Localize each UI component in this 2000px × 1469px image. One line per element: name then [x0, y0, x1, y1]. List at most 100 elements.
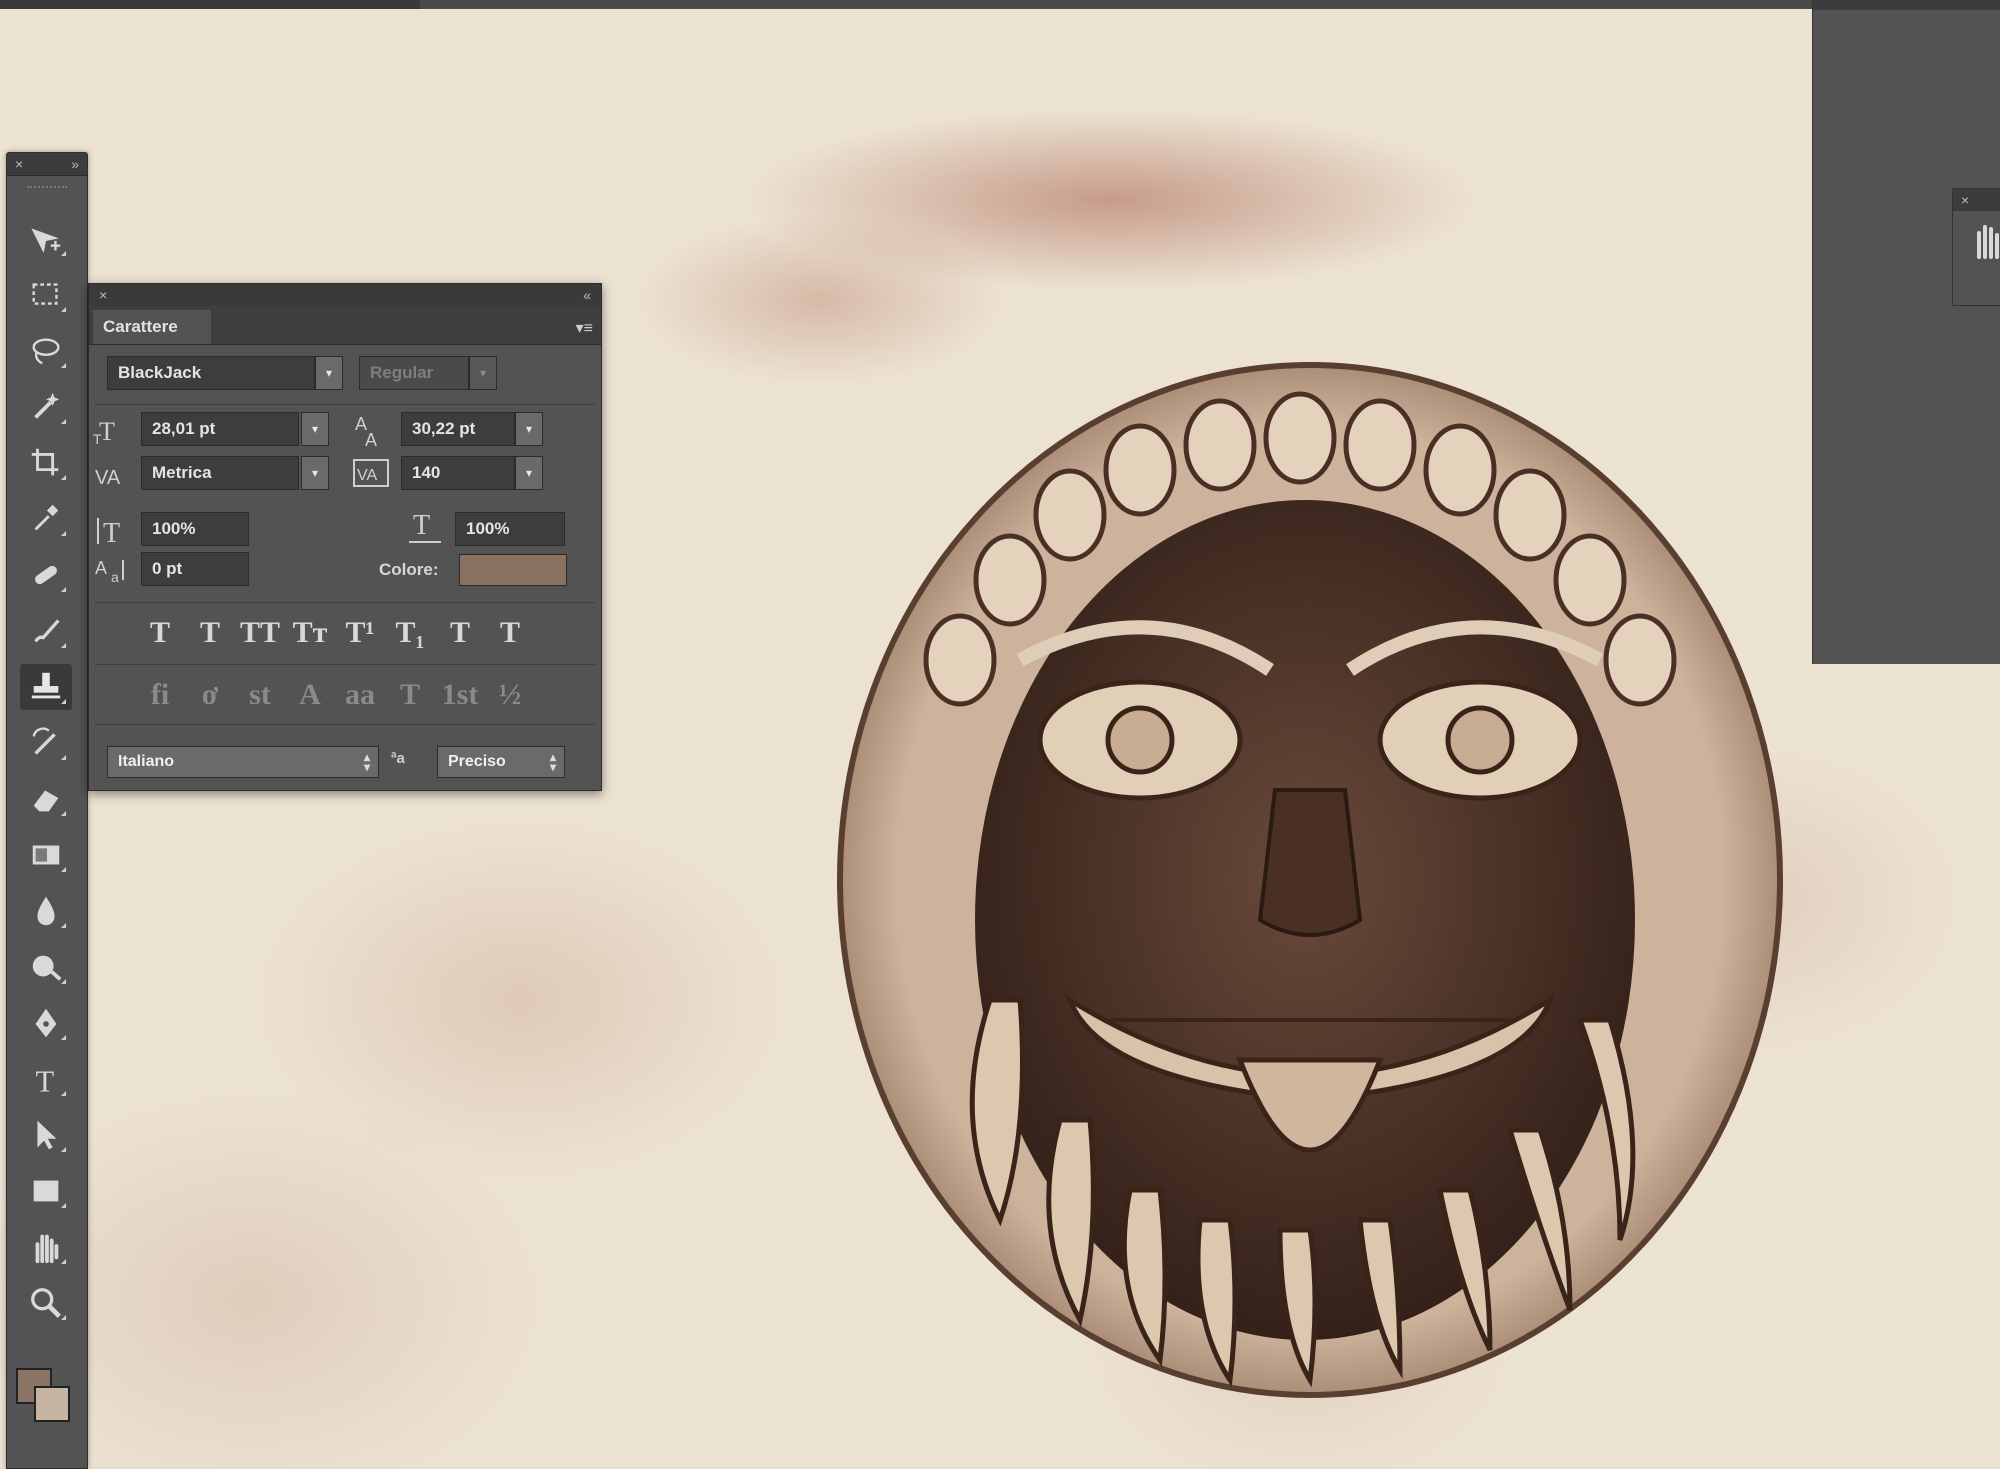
collapse-icon[interactable]: «	[583, 287, 591, 303]
crop-tool-button[interactable]	[20, 440, 72, 486]
opentype-button-3[interactable]: A	[287, 672, 333, 718]
rectangle-tool-button[interactable]	[20, 1168, 72, 1214]
horizontal-scale-field[interactable]: 100%	[455, 512, 565, 546]
close-icon[interactable]: ×	[1953, 189, 2000, 211]
rectangle-tool-icon	[33, 1180, 59, 1202]
text-color-swatch[interactable]	[459, 554, 567, 586]
type-tool-icon: T	[36, 1064, 55, 1097]
font-family-field[interactable]: BlackJack	[107, 356, 315, 390]
tool-flyout-indicator	[61, 867, 66, 872]
close-icon[interactable]: ×	[99, 287, 107, 303]
panel-grip[interactable]	[27, 186, 67, 192]
opentype-button-4[interactable]: aa	[337, 672, 383, 718]
tracking-dropdown[interactable]: ▾	[515, 456, 543, 490]
font-style-field[interactable]: Regular	[359, 356, 469, 390]
font-size-field[interactable]: 28,01 pt	[141, 412, 299, 446]
color-label: Colore:	[379, 560, 439, 579]
font-size-icon: TT	[93, 410, 133, 450]
blur-tool-icon	[37, 896, 55, 926]
style-button-6[interactable]: T	[437, 610, 483, 656]
opentype-button-6[interactable]: 1st	[437, 672, 483, 718]
collapse-icon[interactable]: »	[71, 156, 79, 172]
anti-aliasing-select[interactable]: Preciso ▴ ▾	[437, 746, 565, 778]
kerning-field[interactable]: Metrica	[141, 456, 299, 490]
move-tool-button[interactable]	[20, 216, 72, 262]
clone-stamp-tool-button[interactable]	[20, 664, 72, 710]
tool-flyout-indicator	[61, 643, 66, 648]
opentype-button-0[interactable]: fi	[137, 672, 183, 718]
character-panel: × « Carattere ▾≡ BlackJack ▾ Regular ▾ T…	[88, 283, 602, 791]
panel-menu-icon[interactable]: ▾≡	[576, 318, 593, 338]
svg-text:T: T	[103, 518, 120, 549]
tracking-field[interactable]: 140	[401, 456, 515, 490]
pen-tool-icon	[35, 1008, 57, 1038]
tool-flyout-indicator	[61, 363, 66, 368]
panel-divider	[95, 664, 595, 665]
tool-flyout-indicator	[61, 307, 66, 312]
right-mini-panel: ×	[1952, 188, 2000, 306]
font-style-dropdown[interactable]: ▾	[469, 356, 497, 390]
tool-flyout-indicator	[61, 1035, 66, 1040]
tools-panel-header: × »	[7, 153, 87, 176]
select-arrows-icon: ▴ ▾	[363, 750, 370, 774]
tab-character[interactable]: Carattere	[93, 310, 211, 344]
baseline-shift-field[interactable]: 0 pt	[141, 552, 249, 586]
tool-flyout-indicator	[61, 699, 66, 704]
crop-tool-icon	[31, 448, 59, 476]
zoom-tool-icon	[31, 1288, 61, 1318]
kerning-icon: VA	[93, 454, 133, 494]
eyedropper-tool-button[interactable]	[20, 496, 72, 542]
horizontal-scale-icon: T	[405, 506, 445, 546]
language-select[interactable]: Italiano ▴ ▾	[107, 746, 379, 778]
move-tool-icon	[31, 228, 61, 254]
tool-flyout-indicator	[61, 531, 66, 536]
dodge-tool-button[interactable]	[20, 944, 72, 990]
marquee-tool-button[interactable]	[20, 272, 72, 318]
hand-icon[interactable]	[1973, 219, 2000, 259]
path-selection-tool-button[interactable]	[20, 1112, 72, 1158]
kerning-dropdown[interactable]: ▾	[301, 456, 329, 490]
opentype-button-2[interactable]: st	[237, 672, 283, 718]
zoom-tool-button[interactable]	[20, 1280, 72, 1326]
style-button-1[interactable]: T	[187, 610, 233, 656]
svg-text:T: T	[93, 431, 102, 447]
svg-text:T: T	[36, 1064, 55, 1097]
font-size-dropdown[interactable]: ▾	[301, 412, 329, 446]
svg-text:VA: VA	[357, 467, 377, 484]
vertical-scale-field[interactable]: 100%	[141, 512, 249, 546]
leading-field[interactable]: 30,22 pt	[401, 412, 515, 446]
tool-flyout-indicator	[61, 1315, 66, 1320]
close-icon[interactable]: ×	[15, 156, 23, 172]
pen-tool-button[interactable]	[20, 1000, 72, 1046]
hand-tool-button[interactable]	[20, 1224, 72, 1270]
style-button-3[interactable]: Tт	[287, 610, 333, 656]
leading-dropdown[interactable]: ▾	[515, 412, 543, 446]
gradient-tool-button[interactable]	[20, 832, 72, 878]
lasso-tool-button[interactable]	[20, 328, 72, 374]
history-brush-tool-icon	[32, 727, 56, 755]
eraser-tool-icon	[33, 790, 59, 812]
magic-wand-tool-button[interactable]	[20, 384, 72, 430]
background-color-swatch[interactable]	[34, 1386, 70, 1422]
style-button-0[interactable]: T	[137, 610, 183, 656]
history-brush-tool-button[interactable]	[20, 720, 72, 766]
style-button-5[interactable]: T₁	[387, 610, 433, 656]
healing-brush-tool-button[interactable]	[20, 552, 72, 598]
eraser-tool-button[interactable]	[20, 776, 72, 822]
blur-tool-button[interactable]	[20, 888, 72, 934]
svg-text:VA: VA	[95, 467, 121, 489]
brush-tool-button[interactable]	[20, 608, 72, 654]
vertical-scale-icon: T	[93, 510, 133, 550]
opentype-button-1[interactable]: ơ	[187, 672, 233, 718]
style-button-2[interactable]: TT	[237, 610, 283, 656]
panel-divider	[95, 602, 595, 603]
opentype-button-5[interactable]: T	[387, 672, 433, 718]
style-button-4[interactable]: T¹	[337, 610, 383, 656]
font-family-dropdown[interactable]: ▾	[315, 356, 343, 390]
gradient-tool-icon	[32, 845, 60, 865]
style-button-7[interactable]: T	[487, 610, 533, 656]
hand-tool-icon	[35, 1234, 59, 1264]
type-tool-button[interactable]: T	[20, 1056, 72, 1102]
tool-flyout-indicator	[61, 923, 66, 928]
opentype-button-7[interactable]: ½	[487, 672, 533, 718]
